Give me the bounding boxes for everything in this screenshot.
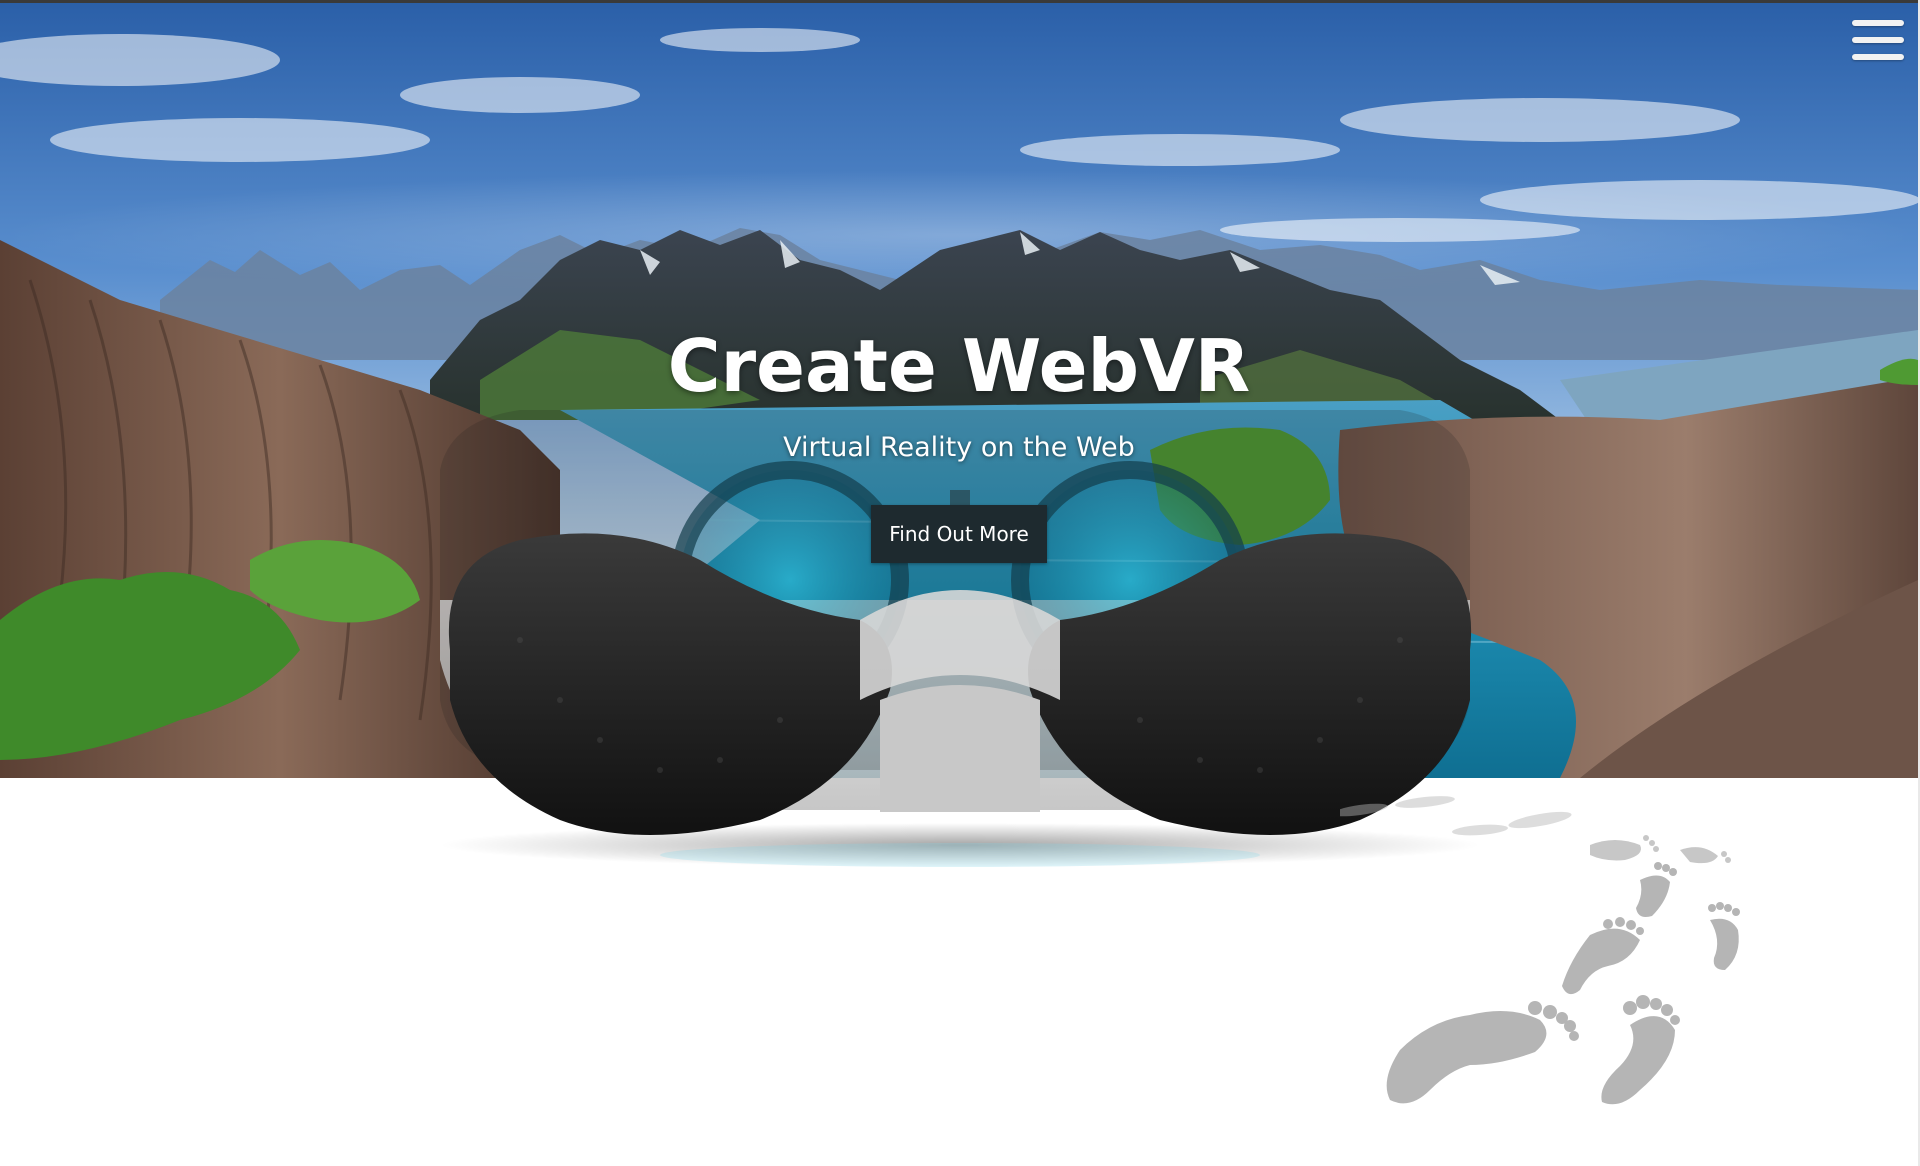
footprints-icon	[1340, 796, 1740, 1105]
hero-subtitle: Virtual Reality on the Web	[783, 432, 1135, 463]
menu-bar-bottom	[1852, 54, 1904, 60]
menu-bar-top	[1852, 20, 1904, 26]
menu-bar-middle	[1852, 37, 1904, 43]
landing-page: Create WebVR Virtual Reality on the Web …	[0, 0, 1920, 1166]
find-out-more-button[interactable]: Find Out More	[871, 505, 1047, 563]
hero-title: Create WebVR	[667, 324, 1251, 408]
hamburger-menu-icon[interactable]	[1850, 18, 1906, 62]
top-border	[0, 0, 1920, 3]
